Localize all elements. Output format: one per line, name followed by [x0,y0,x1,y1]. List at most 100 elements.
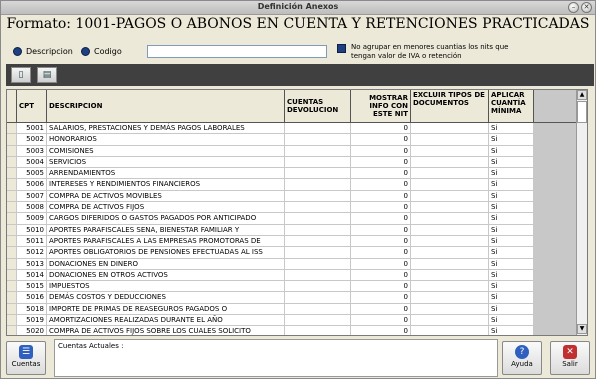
table-row[interactable]: 5005 ARRENDAMIENTOS 0 Si [7,168,581,180]
cell-descripcion[interactable]: CARGOS DIFERIDOS O GASTOS PAGADOS POR AN… [47,213,285,224]
cell-cuentas-devolucion[interactable] [285,326,351,335]
table-row[interactable]: 5011 APORTES PARAFISCALES A LAS EMPRESAS … [7,235,581,248]
cell-excluir-tipos[interactable] [411,281,489,292]
cell-cpt[interactable]: 5019 [17,315,47,326]
cell-cuentas-devolucion[interactable] [285,235,351,247]
cuentas-button[interactable]: ☰ Cuentas [6,341,46,375]
cell-aplicar-cuantia[interactable]: Si [489,258,534,269]
cell-cpt[interactable]: 5001 [17,123,47,134]
cell-cpt[interactable]: 5015 [17,281,47,292]
cell-cuentas-devolucion[interactable] [285,145,351,156]
cell-descripcion[interactable]: DEMÁS COSTOS Y DEDUCCIONES [47,292,285,303]
cell-mostrar-info[interactable]: 0 [351,224,411,235]
cell-cpt[interactable]: 5011 [17,235,47,247]
table-row[interactable]: 5006 INTERESES Y RENDIMIENTOS FINANCIEROS… [7,179,581,191]
row-selector[interactable] [7,179,17,190]
cell-aplicar-cuantia[interactable]: Si [489,315,534,326]
cell-mostrar-info[interactable]: 0 [351,202,411,213]
vertical-scrollbar[interactable]: ▲ ▼ [576,90,587,335]
scroll-down-icon[interactable]: ▼ [577,324,587,334]
cell-aplicar-cuantia[interactable]: Si [489,247,534,258]
cell-excluir-tipos[interactable] [411,292,489,303]
cell-excluir-tipos[interactable] [411,247,489,258]
radio-indicator[interactable] [81,46,90,56]
header-excluir-tipos[interactable]: EXCLUIR TIPOS DE DOCUMENTOS [411,90,489,122]
cell-excluir-tipos[interactable] [411,156,489,168]
cell-descripcion[interactable]: COMPRA DE ACTIVOS FIJOS [47,202,285,213]
cell-mostrar-info[interactable]: 0 [351,190,411,202]
cell-mostrar-info[interactable]: 0 [351,179,411,190]
cell-aplicar-cuantia[interactable]: Si [489,326,534,335]
minimize-icon[interactable]: – [568,2,579,13]
cell-excluir-tipos[interactable] [411,326,489,335]
cell-cuentas-devolucion[interactable] [285,134,351,145]
cell-aplicar-cuantia[interactable]: Si [489,224,534,235]
cell-excluir-tipos[interactable] [411,315,489,326]
cell-cpt[interactable]: 5009 [17,213,47,224]
cell-mostrar-info[interactable]: 0 [351,258,411,269]
row-selector[interactable] [7,258,17,269]
no-agrupar-checkbox[interactable] [337,44,346,53]
row-selector[interactable] [7,326,17,335]
search-input[interactable] [147,45,327,58]
row-selector[interactable] [7,269,17,281]
row-selector[interactable] [7,145,17,156]
cell-cpt[interactable]: 5002 [17,134,47,145]
cell-aplicar-cuantia[interactable]: Si [489,235,534,247]
radio-descripcion[interactable]: Descripcion [13,42,73,60]
header-aplicar-cuantia[interactable]: APLICAR CUANTÍA MÍNIMA [489,90,534,122]
cell-cpt[interactable]: 5003 [17,145,47,156]
cell-mostrar-info[interactable]: 0 [351,326,411,335]
table-row[interactable]: 5007 COMPRA DE ACTIVOS MOVIBLES 0 Si [7,190,581,203]
cell-excluir-tipos[interactable] [411,168,489,179]
cell-cpt[interactable]: 5006 [17,179,47,190]
cell-mostrar-info[interactable]: 0 [351,247,411,258]
cell-descripcion[interactable]: ARRENDAMIENTOS [47,168,285,179]
radio-codigo[interactable]: Codigo [81,42,122,60]
cell-mostrar-info[interactable]: 0 [351,134,411,145]
header-cuentas-devolucion[interactable]: CUENTAS DEVOLUCION [285,90,351,122]
cell-aplicar-cuantia[interactable]: Si [489,292,534,303]
cell-excluir-tipos[interactable] [411,303,489,315]
cell-mostrar-info[interactable]: 0 [351,281,411,292]
cell-aplicar-cuantia[interactable]: Si [489,202,534,213]
table-row[interactable]: 5009 CARGOS DIFERIDOS O GASTOS PAGADOS PO… [7,213,581,225]
table-row[interactable]: 5008 COMPRA DE ACTIVOS FIJOS 0 Si [7,202,581,214]
cell-descripcion[interactable]: IMPORTE DE PRIMAS DE REASEGUROS PAGADOS … [47,303,285,315]
cell-excluir-tipos[interactable] [411,134,489,145]
row-selector[interactable] [7,224,17,235]
table-row[interactable]: 5003 COMISIONES 0 Si [7,145,581,157]
cell-cuentas-devolucion[interactable] [285,269,351,281]
cell-excluir-tipos[interactable] [411,258,489,269]
table-row[interactable]: 5018 IMPORTE DE PRIMAS DE REASEGUROS PAGA… [7,303,581,316]
cell-cpt[interactable]: 5004 [17,156,47,168]
cell-cuentas-devolucion[interactable] [285,179,351,190]
table-row[interactable]: 5016 DEMÁS COSTOS Y DEDUCCIONES 0 Si [7,292,581,304]
cell-excluir-tipos[interactable] [411,145,489,156]
header-cpt[interactable]: CPT [17,90,47,122]
table-row[interactable]: 5012 APORTES OBLIGATORIOS DE PENSIONES EF… [7,247,581,259]
cell-excluir-tipos[interactable] [411,235,489,247]
cell-descripcion[interactable]: DONACIONES EN OTROS ACTIVOS [47,269,285,281]
cell-cuentas-devolucion[interactable] [285,292,351,303]
cell-descripcion[interactable]: SERVICIOS [47,156,285,168]
cell-descripcion[interactable]: APORTES PARAFISCALES SENA, BIENESTAR FAM… [47,224,285,235]
header-mostrar-info[interactable]: MOSTRAR INFO CON ESTE NIT [351,90,411,122]
cell-cpt[interactable]: 5014 [17,269,47,281]
cell-cuentas-devolucion[interactable] [285,202,351,213]
cell-cuentas-devolucion[interactable] [285,123,351,134]
cell-excluir-tipos[interactable] [411,190,489,202]
cell-aplicar-cuantia[interactable]: Si [489,190,534,202]
cell-cuentas-devolucion[interactable] [285,258,351,269]
cell-aplicar-cuantia[interactable]: Si [489,134,534,145]
table-row[interactable]: 5004 SERVICIOS 0 Si [7,156,581,169]
cell-cpt[interactable]: 5008 [17,202,47,213]
row-selector[interactable] [7,292,17,303]
row-selector[interactable] [7,202,17,213]
cell-cuentas-devolucion[interactable] [285,156,351,168]
cell-cpt[interactable]: 5013 [17,258,47,269]
cell-mostrar-info[interactable]: 0 [351,123,411,134]
table-row[interactable]: 5001 SALARIOS, PRESTACIONES Y DEMÁS PAGOS… [7,123,581,135]
cell-aplicar-cuantia[interactable]: Si [489,168,534,179]
new-document-icon[interactable]: ▯ [11,67,31,83]
